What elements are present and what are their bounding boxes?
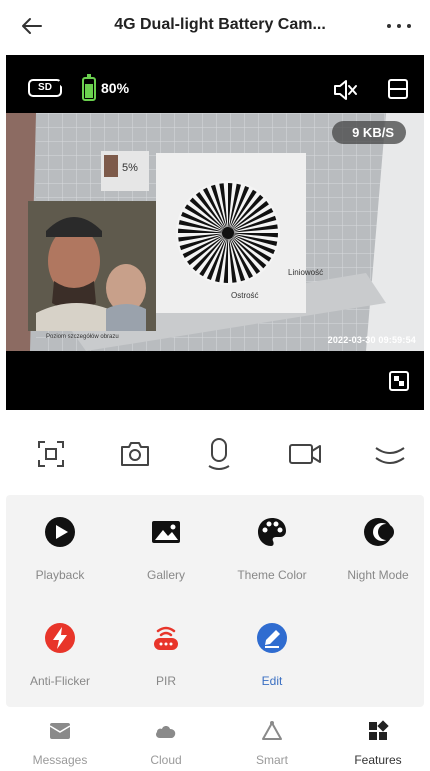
top-bar: 4G Dual-light Battery Cam... xyxy=(0,0,430,54)
svg-text:Liniowość: Liniowość xyxy=(288,268,323,277)
nav-item-smart[interactable]: Smart xyxy=(218,720,326,767)
collapse-icon[interactable] xyxy=(372,436,408,472)
battery-percentage: 80% xyxy=(101,80,130,96)
nav-label: Features xyxy=(354,753,402,767)
feature-label: Playback xyxy=(35,568,85,582)
back-arrow-icon[interactable] xyxy=(18,12,46,40)
feature-gallery[interactable]: Gallery xyxy=(118,515,214,583)
page-title: 4G Dual-light Battery Cam... xyxy=(114,16,326,33)
feature-playback[interactable]: Playback xyxy=(12,515,108,583)
feature-anti-flicker[interactable]: Anti-Flicker xyxy=(12,621,108,689)
feature-night-mode[interactable]: Night Mode xyxy=(330,515,426,583)
smart-icon xyxy=(262,721,282,740)
gallery-icon xyxy=(152,521,180,543)
sd-card-badge: SD xyxy=(28,79,62,97)
feature-label: Anti-Flicker xyxy=(29,674,90,688)
svg-text:Poziom szczegółów obrazu: Poziom szczegółów obrazu xyxy=(46,334,119,340)
messages-icon xyxy=(49,723,71,739)
feature-pir[interactable]: PIR xyxy=(118,621,214,689)
video-player[interactable]: SD 80% 5% Ostrość Liniowość Poziom szcze… xyxy=(6,55,424,410)
night-mode-icon xyxy=(364,518,394,546)
microphone-icon[interactable] xyxy=(201,436,237,472)
feature-edit[interactable]: Edit xyxy=(224,621,320,689)
feature-label: Gallery xyxy=(146,568,185,582)
palette-icon xyxy=(258,518,286,546)
nav-label: Smart xyxy=(255,753,288,767)
svg-text:5%: 5% xyxy=(122,162,138,174)
feature-theme-color[interactable]: Theme Color xyxy=(224,515,320,583)
feature-label: Theme Color xyxy=(237,568,307,582)
camera-feed-image: 5% Ostrość Liniowość Poziom szczegółów o… xyxy=(6,113,424,351)
bitrate-speed-label: 9 KB/S xyxy=(332,121,406,144)
features-grid-icon xyxy=(369,720,389,740)
playback-icon xyxy=(45,517,75,547)
nav-item-cloud[interactable]: Cloud xyxy=(112,720,220,767)
feature-label: PIR xyxy=(155,674,176,688)
camera-icon[interactable] xyxy=(117,436,153,472)
bottom-navigation: Messages Cloud Smart Features xyxy=(0,710,430,771)
video-record-icon[interactable] xyxy=(287,436,323,472)
battery-icon xyxy=(82,74,96,101)
edit-pencil-icon xyxy=(257,623,287,653)
svg-text:Ostrość: Ostrość xyxy=(231,291,259,300)
nav-label: Cloud xyxy=(150,753,182,767)
cloud-icon xyxy=(156,726,176,738)
nav-item-messages[interactable]: Messages xyxy=(6,720,114,767)
nav-label: Messages xyxy=(32,753,88,767)
video-timestamp: 2022-03-30 09:59:54 xyxy=(327,335,416,345)
feature-grid: Playback Gallery Theme Color Night Mode xyxy=(6,495,424,707)
nav-item-features[interactable]: Features xyxy=(324,720,430,767)
feature-label: Night Mode xyxy=(347,568,409,582)
control-row xyxy=(0,430,430,480)
lightning-icon xyxy=(45,623,75,653)
more-dots-icon[interactable] xyxy=(384,12,414,40)
speaker-muted-icon[interactable] xyxy=(332,77,358,103)
camera-feed: 5% Ostrość Liniowość Poziom szczegółów o… xyxy=(6,113,424,351)
sd-label: SD xyxy=(38,82,52,93)
screenshot-frame-icon[interactable] xyxy=(33,436,69,472)
feature-label: Edit xyxy=(261,674,283,688)
picture-in-picture-icon[interactable] xyxy=(388,370,410,392)
menu-panel-icon[interactable] xyxy=(386,77,410,101)
pir-sensor-icon xyxy=(154,626,178,650)
battery-level-fill xyxy=(85,83,93,98)
